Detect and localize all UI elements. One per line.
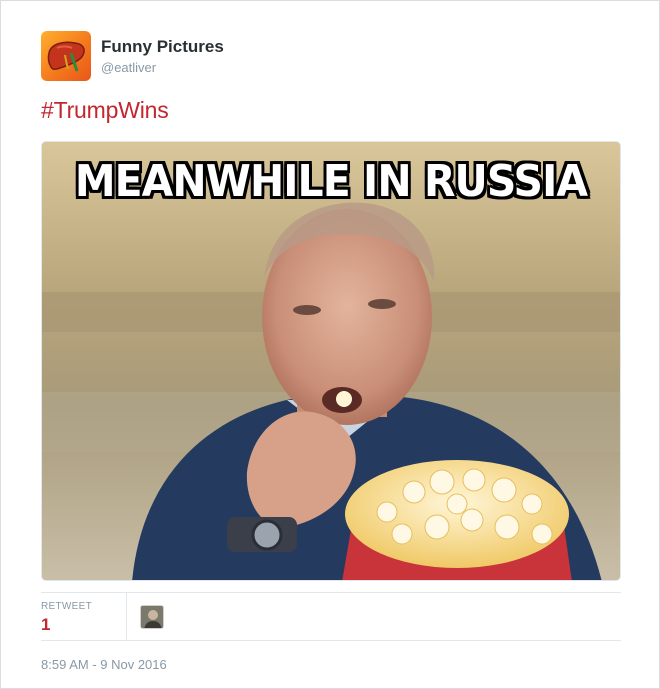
meme-photo — [42, 142, 620, 580]
account-avatar[interactable] — [41, 31, 91, 81]
account-name[interactable]: Funny Pictures — [101, 37, 224, 57]
meme-caption: MEANWHILE IN RUSSIA — [74, 156, 588, 207]
stats-divider-bottom — [41, 640, 621, 641]
stats-separator — [126, 593, 127, 640]
retweet-count[interactable]: 1 — [41, 615, 50, 635]
person-icon — [141, 606, 163, 628]
retweeter-avatar[interactable] — [140, 605, 164, 629]
retweet-label: RETWEET — [41, 601, 92, 612]
tweet-image[interactable]: MEANWHILE IN RUSSIA — [41, 141, 621, 581]
tweet-hashtag[interactable]: #TrumpWins — [41, 97, 169, 124]
tweet-timestamp[interactable]: 8:59 AM - 9 Nov 2016 — [41, 657, 167, 672]
account-handle[interactable]: @eatliver — [101, 60, 156, 75]
tweet-card: Funny Pictures @eatliver #TrumpWins MEAN… — [0, 0, 660, 689]
liver-icon — [47, 41, 85, 72]
stats-divider-top — [41, 592, 621, 593]
